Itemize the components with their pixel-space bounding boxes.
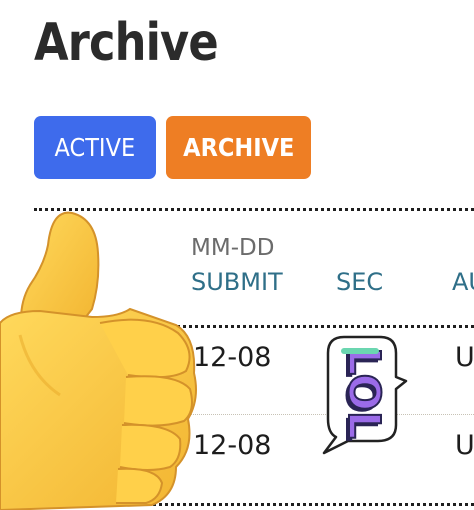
thumbs-up-icon xyxy=(0,211,197,510)
row-1-au: U xyxy=(455,342,474,373)
tab-archive[interactable]: ARCHIVE xyxy=(166,116,311,179)
column-header-submit[interactable]: SUBMIT xyxy=(191,268,283,296)
row-2-submit: 12-08 xyxy=(193,430,272,461)
row-2-au: U xyxy=(455,430,474,461)
row-1-submit: 12-08 xyxy=(193,342,272,373)
page-title: Archive xyxy=(34,13,219,73)
tab-archive-label: ARCHIVE xyxy=(182,133,295,162)
column-header-sec[interactable]: SEC xyxy=(336,268,383,296)
tab-active-label: ACTIVE xyxy=(54,133,136,162)
lol-sticker-icon: LOL LOL xyxy=(322,335,408,455)
tab-active[interactable]: ACTIVE xyxy=(34,116,156,179)
svg-text:LOL: LOL xyxy=(338,347,389,439)
date-format-hint: MM-DD xyxy=(191,235,275,261)
column-header-au[interactable]: AU xyxy=(452,268,474,296)
